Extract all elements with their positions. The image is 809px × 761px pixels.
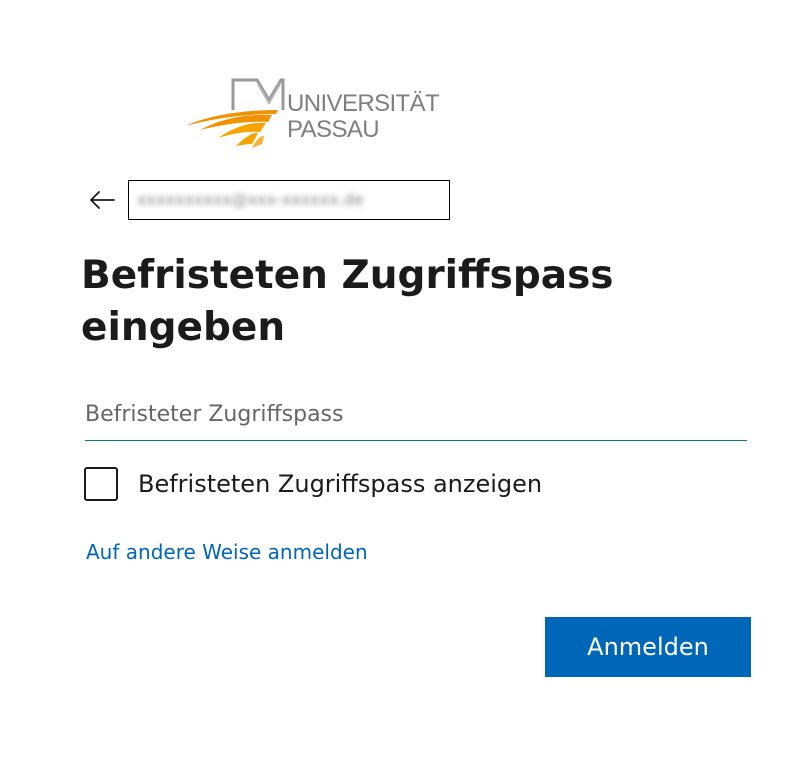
show-pass-checkbox-row[interactable]: Befristeten Zugriffspass anzeigen	[84, 466, 542, 502]
university-book-logo-icon	[186, 78, 285, 148]
university-logo: UNIVERSITÄT PASSAU	[186, 76, 446, 148]
show-pass-checkbox[interactable]	[84, 467, 118, 501]
signin-button[interactable]: Anmelden	[545, 617, 751, 677]
other-signin-link[interactable]: Auf andere Weise anmelden	[86, 540, 368, 564]
page-title-line2: eingeben	[81, 305, 286, 350]
page-title: Befristeten Zugriffspass eingeben	[81, 250, 641, 354]
arrow-left-icon	[90, 191, 115, 209]
logo-text-passau: PASSAU	[287, 116, 380, 143]
page-title-line1: Befristeten Zugriffspass	[81, 253, 614, 298]
back-button[interactable]	[86, 186, 118, 214]
show-pass-label: Befristeten Zugriffspass anzeigen	[138, 470, 543, 498]
identity-banner: xxxxxxxxxx@xxx-xxxxxx.de	[128, 180, 450, 220]
access-pass-input[interactable]	[85, 388, 747, 441]
identity-email: xxxxxxxxxx@xxx-xxxxxx.de	[137, 190, 364, 209]
logo-text-universitaet: UNIVERSITÄT	[287, 90, 440, 117]
